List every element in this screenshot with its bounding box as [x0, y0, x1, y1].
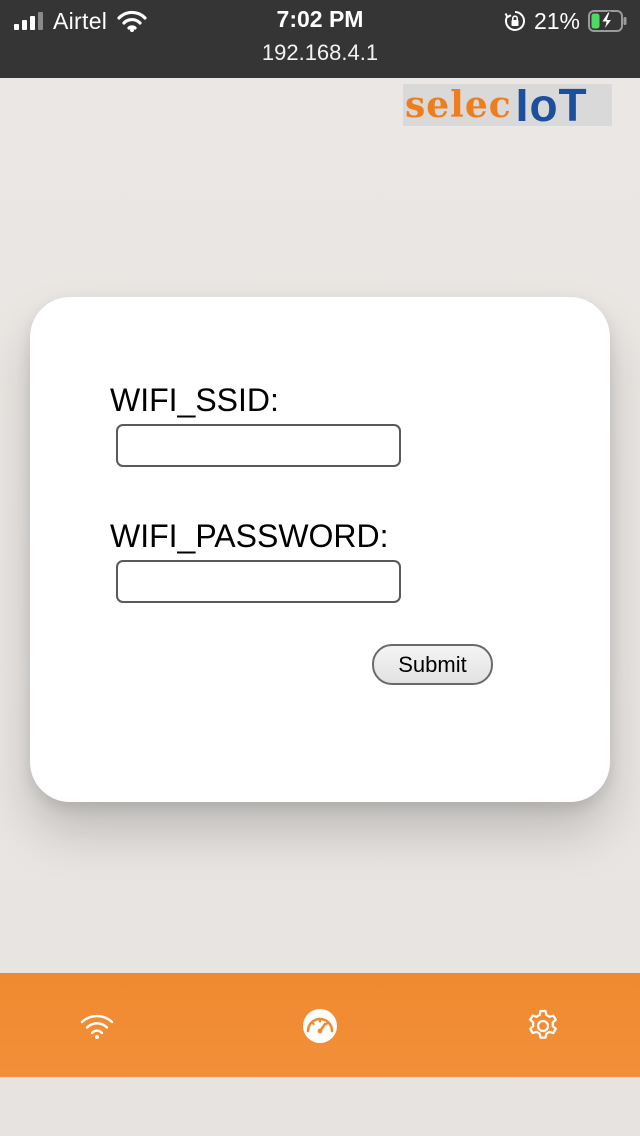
status-bar-right: 21% [504, 8, 628, 34]
dashboard-gauge-icon [301, 1007, 339, 1045]
settings-gear-icon [525, 1008, 561, 1044]
rotation-lock-icon [504, 10, 526, 32]
submit-button[interactable]: Submit [372, 644, 493, 685]
battery-percentage: 21% [533, 7, 580, 34]
logo-text-selec: selec [405, 84, 512, 126]
password-input[interactable] [116, 560, 401, 603]
ssid-label: WIFI_SSID: [110, 382, 279, 418]
logo-text-iot: IoT [515, 79, 588, 131]
battery-charging-icon [588, 10, 628, 32]
status-bar: Airtel 7:02 PM 192.168.4.1 21% [0, 0, 640, 78]
page-url[interactable]: 192.168.4.1 [0, 40, 640, 66]
nav-wifi-button[interactable] [74, 1003, 120, 1049]
wifi-config-card: WIFI_SSID: WIFI_PASSWORD: Submit [30, 297, 610, 802]
brand-logo: selec IoT [403, 79, 612, 131]
bottom-navigation [0, 973, 640, 1077]
nav-settings-button[interactable] [520, 1003, 566, 1049]
ssid-input[interactable] [116, 424, 401, 467]
password-label: WIFI_PASSWORD: [110, 518, 389, 554]
wifi-icon [79, 1011, 115, 1041]
nav-dashboard-button[interactable] [297, 1003, 343, 1049]
